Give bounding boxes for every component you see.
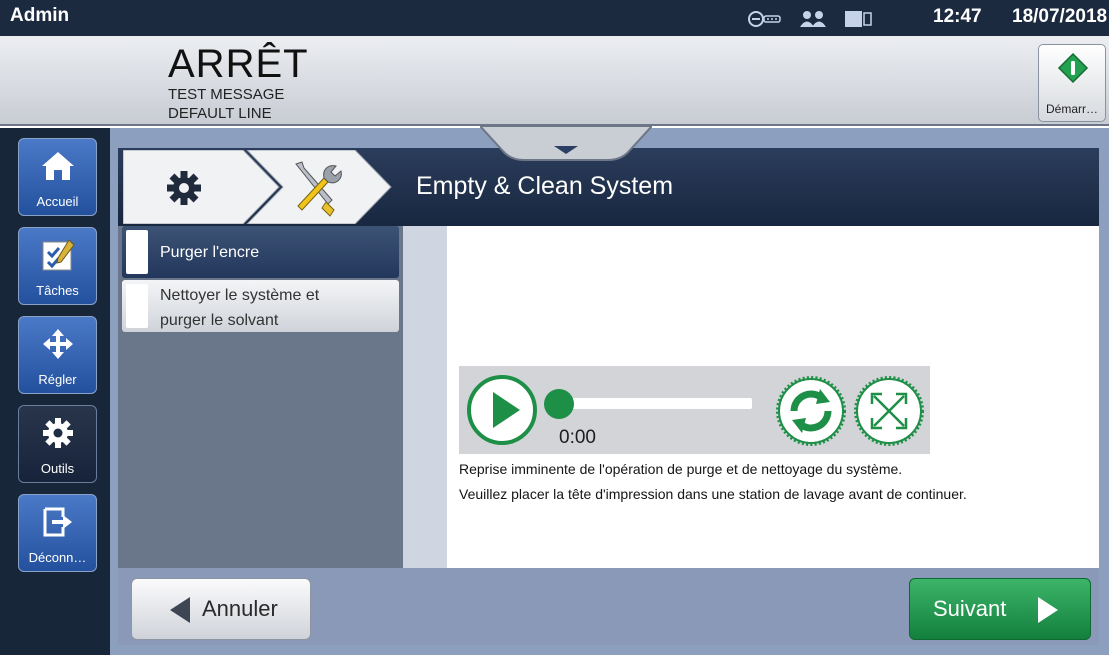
breadcrumb-settings-icon[interactable] bbox=[164, 168, 204, 208]
instruction-line-2: Veuillez placer la tête d'impression dan… bbox=[459, 486, 967, 502]
play-button[interactable] bbox=[465, 373, 539, 447]
header-collapse-tab[interactable] bbox=[480, 126, 652, 162]
nav-item-deconnexion[interactable]: Déconn… bbox=[18, 494, 97, 572]
nav-item-outils[interactable]: Outils bbox=[18, 405, 97, 483]
ink-level-icon bbox=[748, 11, 781, 27]
users-icon bbox=[800, 11, 826, 27]
procedure-list: Purger l'encre Nettoyer le système et pu… bbox=[118, 226, 403, 568]
clock-date: 18/07/2018 bbox=[1012, 6, 1108, 27]
next-button-label: Suivant bbox=[933, 596, 1007, 621]
list-item-label: Nettoyer le système et purger le solvant bbox=[160, 283, 319, 333]
list-item-label-line2: purger le solvant bbox=[160, 312, 279, 329]
tools-icon[interactable] bbox=[288, 160, 346, 218]
sidebar: Accueil Tâches Régler Outils Déconn… bbox=[0, 128, 110, 655]
elapsed-time: 0:00 bbox=[559, 427, 596, 448]
move-icon bbox=[43, 329, 73, 359]
list-item-purger-encre[interactable]: Purger l'encre bbox=[122, 226, 399, 278]
arrow-left-icon bbox=[170, 597, 190, 623]
nav-label-deconnexion: Déconn… bbox=[28, 550, 87, 565]
cancel-button[interactable]: Annuler bbox=[131, 578, 311, 640]
tasks-icon bbox=[42, 239, 75, 271]
home-icon bbox=[42, 152, 74, 180]
nav-item-regler[interactable]: Régler bbox=[18, 316, 97, 394]
start-button[interactable]: Démarr… bbox=[1038, 44, 1106, 122]
expand-button[interactable] bbox=[852, 374, 926, 448]
line-name: DEFAULT LINE bbox=[168, 105, 272, 122]
panel-divider bbox=[403, 226, 447, 568]
user-name: Admin bbox=[10, 5, 70, 26]
list-item-marker bbox=[126, 284, 148, 328]
nav-label-accueil: Accueil bbox=[36, 194, 79, 209]
printer-state: ARRÊT bbox=[168, 42, 309, 86]
list-item-label-line1: Nettoyer le système et bbox=[160, 287, 320, 304]
clock-time: 12:47 bbox=[933, 6, 982, 27]
nav-label-regler: Régler bbox=[38, 372, 77, 387]
next-button[interactable]: Suivant bbox=[909, 578, 1091, 640]
gear-icon bbox=[43, 418, 73, 448]
status-bar: Admin 12:47 18/07/2018 bbox=[0, 0, 1109, 36]
list-item-nettoyer-systeme[interactable]: Nettoyer le système et purger le solvant bbox=[122, 280, 399, 332]
nav-label-outils: Outils bbox=[40, 461, 75, 476]
restart-button[interactable] bbox=[774, 374, 848, 448]
list-item-label: Purger l'encre bbox=[160, 244, 260, 261]
instruction-line-1: Reprise imminente de l'opération de purg… bbox=[459, 461, 903, 477]
start-icon bbox=[1057, 52, 1089, 84]
nav-item-accueil[interactable]: Accueil bbox=[18, 138, 97, 216]
list-item-marker bbox=[126, 230, 148, 274]
status-icons bbox=[748, 8, 872, 30]
printer-header: ARRÊT TEST MESSAGE DEFAULT LINE Démarr… bbox=[0, 36, 1109, 126]
message-name: TEST MESSAGE bbox=[168, 86, 285, 103]
logout-icon bbox=[43, 507, 72, 537]
nav-label-taches: Tâches bbox=[36, 283, 79, 298]
start-button-label: Démarr… bbox=[1045, 102, 1098, 116]
message-info: TEST MESSAGE DEFAULT LINE bbox=[168, 85, 284, 123]
cancel-button-label: Annuler bbox=[202, 596, 278, 621]
progress-handle[interactable] bbox=[541, 386, 577, 422]
arrow-right-icon bbox=[1038, 597, 1058, 623]
network-icon bbox=[845, 11, 872, 27]
nav-item-taches[interactable]: Tâches bbox=[18, 227, 97, 305]
page-title: Empty & Clean System bbox=[416, 172, 674, 200]
